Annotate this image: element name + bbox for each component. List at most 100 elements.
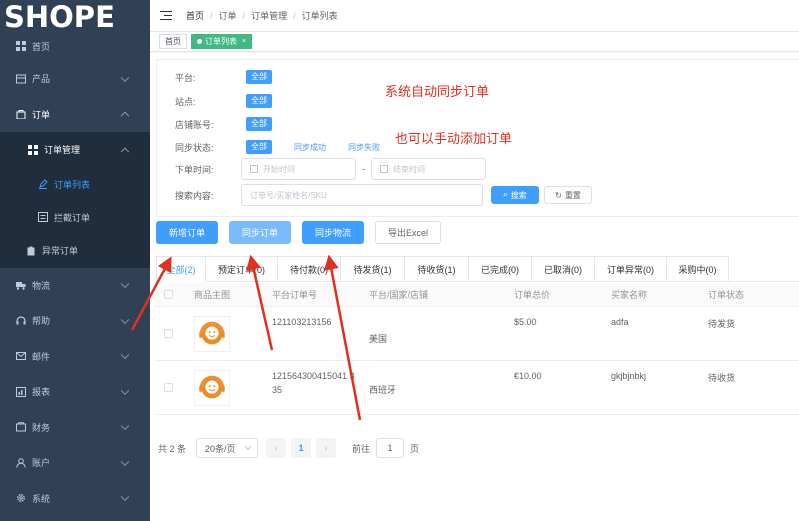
page-unit-label: 页 (410, 443, 420, 454)
sidebar-item-mail[interactable]: 邮件 (0, 339, 150, 375)
goto-page-input[interactable]: 1 (376, 438, 405, 458)
headset-icon (16, 316, 26, 326)
pagination-total: 共 2 条 (158, 443, 187, 454)
chevron-down-icon (245, 444, 251, 450)
top-navbar: 首页 / 订单 / 订单管理 / 订单列表 (150, 0, 799, 32)
orders-table: 商品主图 平台订单号 平台/国家/店铺 订单总价 买家名称 订单状态 12110… (156, 283, 799, 415)
sync-order-button[interactable]: 同步订单 (229, 221, 291, 244)
breadcrumb-orders[interactable]: 订单 (219, 9, 237, 22)
tab-pending-payment[interactable]: 待付款(0) (278, 256, 341, 282)
next-page-button[interactable]: › (316, 438, 337, 458)
tab-purchasing[interactable]: 采购中(0) (667, 256, 729, 282)
close-icon[interactable]: × (242, 35, 246, 48)
tab-completed[interactable]: 已完成(0) (469, 256, 532, 282)
platform-all-option[interactable]: 全部 (246, 70, 272, 84)
site-all-option[interactable]: 全部 (246, 94, 272, 108)
order-status: 待发货 (708, 319, 736, 329)
sidebar-item-label: 首页 (32, 41, 51, 52)
col-status: 订单状态 (708, 290, 745, 300)
product-image[interactable] (194, 369, 230, 406)
sidebar-item-account[interactable]: 账户 (0, 445, 150, 481)
row-checkbox[interactable] (164, 329, 173, 338)
prev-page-button[interactable]: ‹ (266, 438, 287, 458)
sidebar-item-finance[interactable]: 财务 (0, 410, 150, 446)
mail-icon (16, 351, 26, 361)
truck-icon (16, 280, 26, 290)
col-buyer: 买家名称 (611, 290, 648, 300)
sync-fail-option[interactable]: 同步失败 (348, 142, 380, 153)
shop-all-option[interactable]: 全部 (246, 117, 272, 131)
filter-search-row: 搜索内容: 订单号/买家姓名/SKU ⌕ 搜索 ↻ 重置 (175, 184, 592, 206)
order-number: 121103213156 (272, 317, 332, 327)
bag-icon (16, 109, 26, 120)
sidebar-item-home[interactable]: 首页 (0, 31, 150, 61)
tag-order-list[interactable]: 订单列表 × (191, 34, 253, 49)
breadcrumb: 首页 / 订单 / 订单管理 / 订单列表 (186, 9, 338, 22)
support-agent-icon (199, 321, 225, 344)
sidebar: SHOPE 首页 产品 订单 订单管理 订单列表 拦截订单 异常订单 物流 帮助… (0, 0, 150, 521)
sync-logistics-button[interactable]: 同步物流 (302, 221, 364, 244)
status-tabs: 全部(2) 预定订单(0) 待付款(0) 待发货(1) 待收货(1) 已完成(0… (156, 256, 799, 282)
sidebar-item-label: 订单列表 (54, 179, 91, 190)
reset-button[interactable]: ↻ 重置 (544, 186, 592, 204)
filter-sync-row: 同步状态: 全部 同步成功 同步失败 (175, 140, 380, 154)
tab-order-exception[interactable]: 订单异常(0) (595, 256, 667, 282)
select-all-checkbox[interactable] (164, 290, 173, 299)
orders-submenu: 订单管理 订单列表 拦截订单 异常订单 (0, 132, 150, 268)
row-checkbox[interactable] (164, 383, 173, 392)
product-image[interactable] (194, 315, 230, 352)
buyer-name: adfa (611, 317, 629, 327)
breadcrumb-order-management[interactable]: 订单管理 (251, 9, 287, 22)
table-row[interactable]: 121103213156 美国 $5.00 adfa 待发货 (156, 307, 799, 361)
sidebar-item-orders[interactable]: 订单 (0, 97, 150, 133)
sidebar-item-label: 财务 (32, 422, 51, 433)
start-date-input[interactable]: 开始时间 (241, 158, 356, 180)
tab-reserved[interactable]: 预定订单(0) (206, 256, 278, 282)
chevron-down-icon (120, 350, 130, 360)
action-toolbar: 新增订单 同步订单 同步物流 导出Excel (156, 221, 452, 244)
breadcrumb-home[interactable]: 首页 (186, 9, 204, 22)
search-input[interactable]: 订单号/买家姓名/SKU (241, 184, 483, 206)
end-date-input[interactable]: 结束时间 (371, 158, 486, 180)
chart-icon (16, 386, 26, 397)
platform-label: 平台: (175, 72, 196, 83)
page-size-select[interactable]: 20条/页 (196, 438, 259, 458)
tab-cancelled[interactable]: 已取消(0) (532, 256, 595, 282)
box-icon (16, 74, 26, 84)
tab-pending-shipment[interactable]: 待发货(1) (341, 256, 405, 282)
export-excel-button[interactable]: 导出Excel (375, 221, 441, 244)
tag-home[interactable]: 首页 (159, 34, 187, 49)
sidebar-item-logistics[interactable]: 物流 (0, 268, 150, 304)
sidebar-item-reports[interactable]: 报表 (0, 374, 150, 410)
money-icon (16, 422, 26, 432)
sidebar-item-help[interactable]: 帮助 (0, 303, 150, 339)
tag-label: 订单列表 (205, 37, 237, 46)
col-order-no: 平台订单号 (272, 290, 318, 300)
sidebar-item-order-management[interactable]: 订单管理 (0, 132, 150, 168)
buyer-name: gkjbjnbkj (611, 371, 647, 381)
site-label: 站点: (175, 96, 196, 107)
sidebar-item-order-list[interactable]: 订单列表 (0, 168, 150, 201)
sidebar-item-label: 订单 (32, 109, 51, 120)
tab-all[interactable]: 全部(2) (156, 256, 206, 282)
sync-success-option[interactable]: 同步成功 (294, 142, 326, 153)
sidebar-item-system[interactable]: 系统 (0, 481, 150, 517)
sidebar-item-label: 产品 (32, 74, 51, 85)
filter-site-row: 站点: 全部 (175, 94, 272, 108)
sidebar-item-products[interactable]: 产品 (0, 61, 150, 97)
chevron-down-icon (120, 279, 130, 289)
col-platform: 平台/国家/店铺 (369, 290, 429, 300)
hamburger-icon[interactable] (160, 10, 172, 21)
table-row[interactable]: 121564300415041 3 35 西班牙 €10.00 gkjbjnbk… (156, 361, 799, 415)
tab-pending-receipt[interactable]: 待收货(1) (405, 256, 469, 282)
sidebar-item-intercepted-orders[interactable]: 拦截订单 (0, 201, 150, 234)
sidebar-menu: 首页 产品 订单 (0, 31, 150, 132)
chevron-up-icon (120, 147, 130, 156)
new-order-button[interactable]: 新增订单 (156, 221, 218, 244)
sidebar-item-label: 拦截订单 (54, 212, 91, 223)
sync-all-option[interactable]: 全部 (246, 140, 272, 154)
sidebar-item-abnormal-orders[interactable]: 异常订单 (0, 234, 150, 268)
search-button[interactable]: ⌕ 搜索 (491, 186, 539, 204)
page-number-current[interactable]: 1 (291, 438, 312, 458)
edit-icon (38, 179, 48, 189)
